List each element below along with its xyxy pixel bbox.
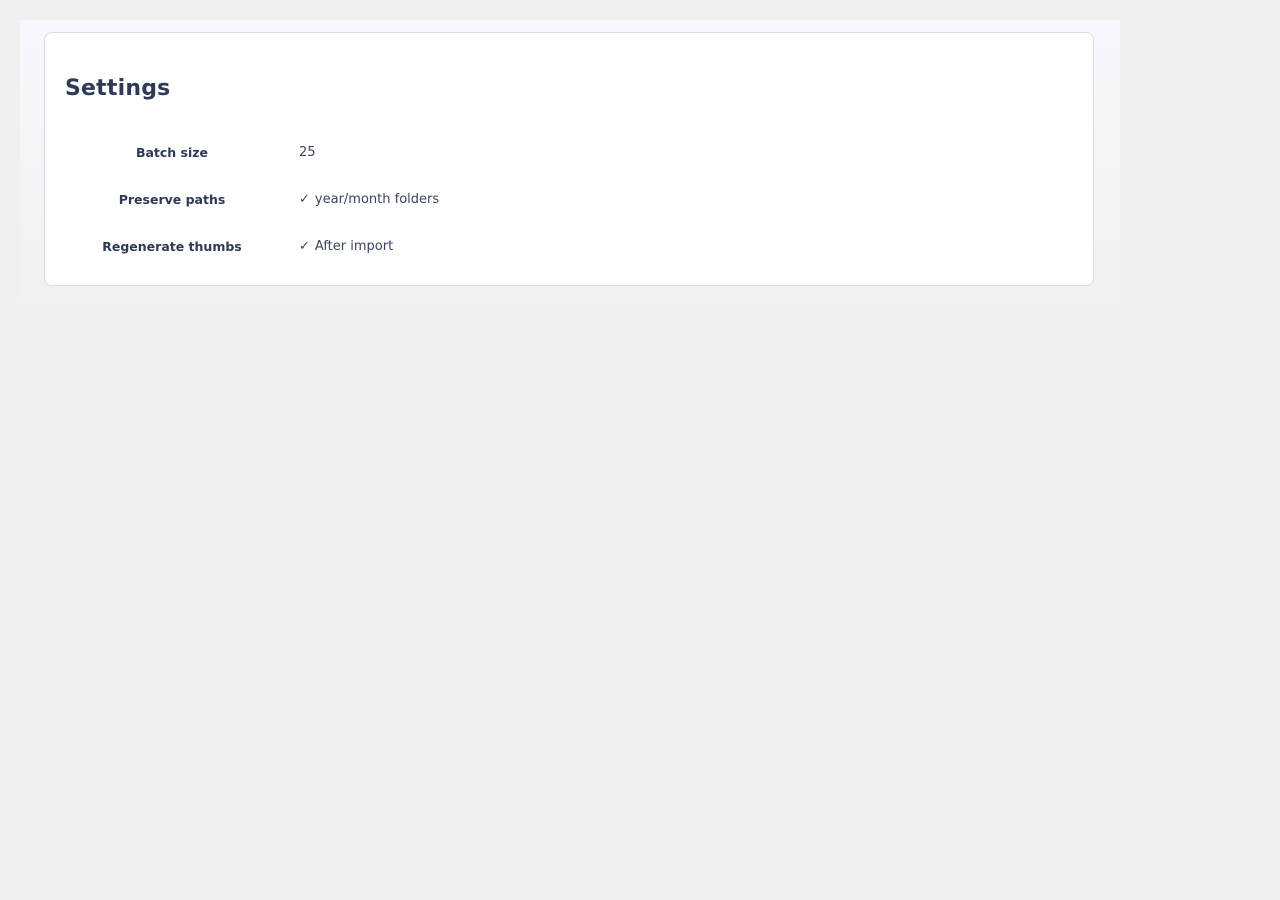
settings-table: Batch size 25 Preserve paths ✓ year/month… xyxy=(65,129,439,270)
page-title: Settings xyxy=(65,76,171,101)
setting-row-preserve-paths: Preserve paths ✓ year/month folders xyxy=(65,176,439,223)
setting-label: Preserve paths xyxy=(118,192,226,207)
page-background: Settings Batch size 25 Preserve paths ✓ y… xyxy=(20,20,1120,322)
setting-value-text: After import xyxy=(314,239,394,254)
setting-value-text: 25 xyxy=(299,145,316,160)
setting-value-batch-size: 25 xyxy=(289,129,439,176)
setting-value-text: year/month folders xyxy=(314,192,440,207)
check-icon: ✓ xyxy=(299,239,310,254)
settings-card: Settings Batch size 25 Preserve paths ✓ y… xyxy=(44,32,1094,286)
setting-label: Batch size xyxy=(135,145,209,160)
setting-row-batch-size: Batch size 25 xyxy=(65,129,439,176)
setting-row-regenerate-thumbs: Regenerate thumbs ✓ After import xyxy=(65,223,439,270)
setting-value-regenerate-thumbs: ✓ After import xyxy=(289,223,439,270)
check-icon: ✓ xyxy=(299,192,310,207)
setting-label: Regenerate thumbs xyxy=(102,239,242,254)
setting-value-preserve-paths: ✓ year/month folders xyxy=(289,176,439,223)
